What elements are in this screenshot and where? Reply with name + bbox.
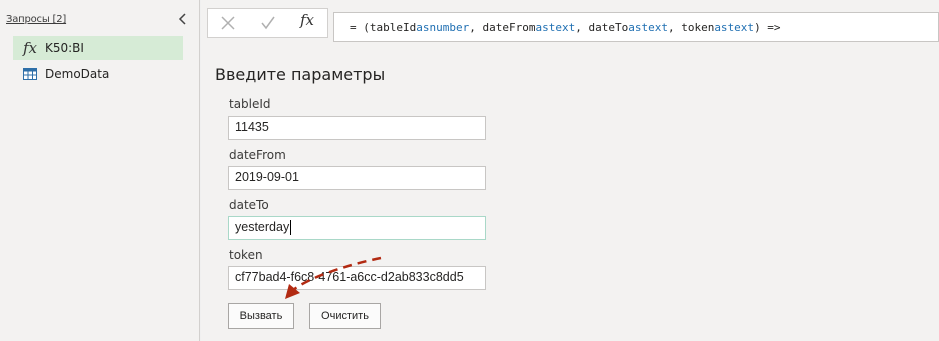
formula-keyword: as xyxy=(628,20,642,34)
clear-button[interactable]: Очистить xyxy=(309,303,381,329)
check-icon[interactable] xyxy=(260,15,276,35)
field-label-dateto: dateTo xyxy=(229,198,269,212)
chevron-left-icon[interactable] xyxy=(178,12,190,26)
field-label-datefrom: dateFrom xyxy=(229,148,286,162)
formula-text: , token xyxy=(667,20,715,34)
formula-bar[interactable]: = (tableId as number, dateFrom as text, … xyxy=(333,12,939,42)
table-icon xyxy=(23,68,45,80)
function-icon: fx xyxy=(23,39,38,57)
fx-button[interactable]: fx xyxy=(300,11,314,29)
invoke-button[interactable]: Вызвать xyxy=(228,303,294,329)
queries-pane: Запросы [2] fx K50:BI DemoData xyxy=(0,0,200,341)
formula-type: number xyxy=(429,20,470,34)
formula-text: , dateTo xyxy=(575,20,629,34)
formula-text: = (tableId xyxy=(350,20,417,34)
datefrom-input[interactable]: 2019-09-01 xyxy=(228,166,486,190)
query-item-k50bi[interactable]: fx K50:BI xyxy=(13,36,183,60)
params-title: Введите параметры xyxy=(215,65,386,84)
formula-keyword: as xyxy=(535,20,549,34)
token-input[interactable]: cf77bad4-f6c8-4761-a6cc-d2ab833c8dd5 xyxy=(228,266,486,290)
formula-toolbar: fx xyxy=(207,8,328,38)
main-area: fx = (tableId as number, dateFrom as tex… xyxy=(201,0,939,341)
query-item-label: K50:BI xyxy=(45,41,84,55)
formula-keyword: as xyxy=(416,20,430,34)
dateto-value: yesterday xyxy=(235,220,290,234)
tableid-input[interactable]: 11435 xyxy=(228,116,486,140)
text-caret xyxy=(290,220,292,236)
dateto-input[interactable]: yesterday xyxy=(228,216,486,240)
query-item-demodata[interactable]: DemoData xyxy=(13,62,183,86)
field-label-token: token xyxy=(229,248,263,262)
formula-type: text xyxy=(727,20,755,34)
formula-type: text xyxy=(641,20,668,34)
queries-header[interactable]: Запросы [2] xyxy=(6,14,66,25)
close-icon[interactable] xyxy=(220,15,236,35)
formula-text: ) => xyxy=(754,20,781,34)
formula-keyword: as xyxy=(714,20,728,34)
formula-type: text xyxy=(548,20,576,34)
query-item-label: DemoData xyxy=(45,67,110,81)
field-label-tableid: tableId xyxy=(229,97,271,111)
formula-text: , dateFrom xyxy=(469,20,536,34)
